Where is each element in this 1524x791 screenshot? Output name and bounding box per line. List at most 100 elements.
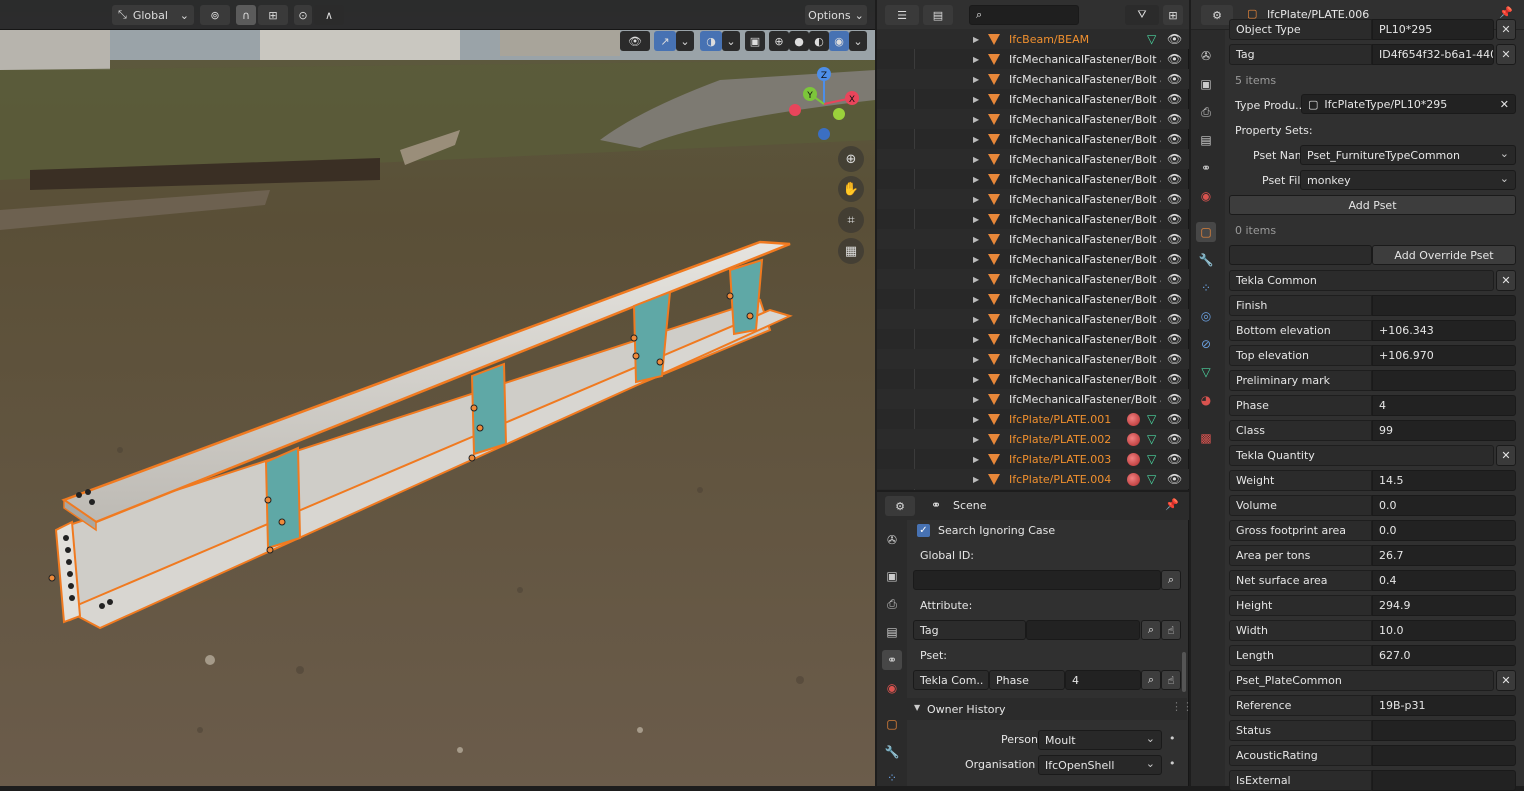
- shading-dropdown[interactable]: ⌄: [849, 31, 867, 51]
- person-dropdown[interactable]: Moult: [1038, 730, 1162, 750]
- property-value-input[interactable]: [1372, 295, 1516, 316]
- eye-icon[interactable]: 👁: [1167, 32, 1182, 46]
- expand-arrow-icon[interactable]: ▶: [973, 75, 979, 84]
- material-icon[interactable]: [1127, 412, 1140, 426]
- expand-arrow-icon[interactable]: ▶: [973, 315, 979, 324]
- eye-icon[interactable]: 👁: [1167, 212, 1182, 226]
- snap-target-dropdown[interactable]: ⊞: [258, 5, 288, 25]
- global-id-search-button[interactable]: ⌕: [1161, 570, 1181, 590]
- gizmo-toggle[interactable]: ↗: [654, 31, 676, 51]
- mesh-data-icon[interactable]: ▽: [1147, 412, 1156, 426]
- expand-arrow-icon[interactable]: ▶: [973, 375, 979, 384]
- expand-arrow-icon[interactable]: ▶: [973, 455, 979, 464]
- editor-type-dropdown[interactable]: ☰: [885, 5, 919, 25]
- property-value-input[interactable]: 26.7: [1372, 545, 1516, 566]
- pset-select-button[interactable]: ☝: [1161, 670, 1181, 690]
- navigation-gizmo[interactable]: Z X Y: [780, 62, 860, 142]
- outliner-item[interactable]: ▶ IfcMechanicalFastener/Bolt assembly 👁: [877, 269, 1189, 289]
- material-icon[interactable]: [1127, 452, 1140, 466]
- outliner-item[interactable]: ▶ IfcMechanicalFastener/Bolt assembly 👁: [877, 189, 1189, 209]
- eye-icon[interactable]: 👁: [1167, 392, 1182, 406]
- property-value-input[interactable]: 294.9: [1372, 595, 1516, 616]
- outliner-item[interactable]: ▶ IfcPlate/PLATE.004 ▽ 👁: [877, 469, 1189, 489]
- eye-icon[interactable]: 👁: [1167, 252, 1182, 266]
- property-value-input[interactable]: 4: [1372, 395, 1516, 416]
- expand-arrow-icon[interactable]: ▶: [973, 435, 979, 444]
- eye-icon[interactable]: 👁: [1167, 372, 1182, 386]
- drag-handle-icon[interactable]: ⋮⋮: [1171, 700, 1193, 713]
- eye-icon[interactable]: 👁: [1167, 232, 1182, 246]
- expand-arrow-icon[interactable]: ▶: [973, 35, 979, 44]
- property-value-input[interactable]: 0.4: [1372, 570, 1516, 591]
- close-icon[interactable]: ✕: [1496, 445, 1516, 466]
- overlays-toggle[interactable]: ◑: [700, 31, 722, 51]
- organisation-dropdown[interactable]: IfcOpenShell: [1038, 755, 1162, 775]
- outliner-item[interactable]: ▶ IfcMechanicalFastener/Bolt assembly 👁: [877, 349, 1189, 369]
- outliner-item[interactable]: ▶ IfcMechanicalFastener/Bolt assembly 👁: [877, 169, 1189, 189]
- property-value-input[interactable]: 14.5: [1372, 470, 1516, 491]
- eye-icon[interactable]: 👁: [1167, 312, 1182, 326]
- expand-arrow-icon[interactable]: ▶: [973, 195, 979, 204]
- eye-icon[interactable]: 👁: [1167, 352, 1182, 366]
- view-layer-icon[interactable]: ▤: [882, 622, 902, 642]
- expand-arrow-icon[interactable]: ▶: [973, 295, 979, 304]
- expand-arrow-icon[interactable]: ▶: [973, 235, 979, 244]
- property-value-input[interactable]: 627.0: [1372, 645, 1516, 666]
- eye-icon[interactable]: 👁: [1167, 152, 1182, 166]
- outliner-item[interactable]: ▶ IfcMechanicalFastener/Bolt assembly 👁: [877, 389, 1189, 409]
- expand-arrow-icon[interactable]: ▶: [973, 475, 979, 484]
- outliner-item[interactable]: ▶ IfcMechanicalFastener/Bolt assembly 👁: [877, 129, 1189, 149]
- filter-dropdown[interactable]: ⛛: [1125, 5, 1159, 25]
- eye-icon[interactable]: 👁: [1167, 432, 1182, 446]
- eye-icon[interactable]: 👁: [1167, 332, 1182, 346]
- expand-arrow-icon[interactable]: ▶: [973, 415, 979, 424]
- scrollbar[interactable]: [1182, 652, 1186, 692]
- rendered-shading-button[interactable]: ◉: [829, 31, 849, 51]
- property-value-input[interactable]: 99: [1372, 420, 1516, 441]
- decorator-dot-icon[interactable]: •: [1169, 757, 1176, 770]
- pset-section-header[interactable]: Tekla Common ✕: [1229, 270, 1516, 291]
- outliner-item[interactable]: ▶ IfcMechanicalFastener/Bolt assembly 👁: [877, 69, 1189, 89]
- snap-toggle[interactable]: ∩: [236, 5, 256, 25]
- pset-search-button[interactable]: ⌕: [1141, 670, 1161, 690]
- overlays-dropdown[interactable]: ⌄: [722, 31, 740, 51]
- property-value-input[interactable]: 0.0: [1372, 520, 1516, 541]
- proportional-edit-toggle[interactable]: ⊙: [294, 5, 312, 25]
- expand-arrow-icon[interactable]: ▶: [973, 255, 979, 264]
- outliner-item[interactable]: ▶ IfcMechanicalFastener/Bolt assembly 👁: [877, 229, 1189, 249]
- object-icon[interactable]: ▢: [882, 714, 902, 734]
- mesh-data-icon[interactable]: ▽: [1147, 452, 1156, 466]
- solid-shading-button[interactable]: ●: [789, 31, 809, 51]
- eye-icon[interactable]: 👁: [1167, 452, 1182, 466]
- decorator-dot-icon[interactable]: •: [1169, 732, 1176, 745]
- material-shading-button[interactable]: ◐: [809, 31, 829, 51]
- eye-icon[interactable]: 👁: [1167, 92, 1182, 106]
- outliner-item[interactable]: ▶ IfcMechanicalFastener/Bolt assembly 👁: [877, 109, 1189, 129]
- mesh-data-icon[interactable]: ▽: [1147, 432, 1156, 446]
- outliner-search-input[interactable]: ⌕: [969, 5, 1079, 25]
- eye-icon[interactable]: 👁: [1167, 272, 1182, 286]
- outliner-item[interactable]: ▶ IfcMechanicalFastener/Bolt assembly 👁: [877, 149, 1189, 169]
- display-mode-dropdown[interactable]: ▤: [923, 5, 953, 25]
- pivot-point-dropdown[interactable]: ⊚: [200, 5, 230, 25]
- expand-arrow-icon[interactable]: ▶: [973, 55, 979, 64]
- gizmo-dropdown[interactable]: ⌄: [676, 31, 694, 51]
- property-value-input[interactable]: 0.0: [1372, 495, 1516, 516]
- eye-icon[interactable]: 👁: [1167, 472, 1182, 486]
- wireframe-shading-button[interactable]: ⊕: [769, 31, 789, 51]
- render-icon[interactable]: ▣: [882, 566, 902, 586]
- property-value-input[interactable]: [1372, 370, 1516, 391]
- property-value-input[interactable]: [1372, 720, 1516, 741]
- transform-orientation-dropdown[interactable]: ⤡ Global ⌄: [112, 5, 194, 25]
- particles-icon[interactable]: ⁘: [882, 768, 902, 788]
- outliner-item[interactable]: ▶ IfcBeam/BEAM ▽ 👁: [877, 29, 1189, 49]
- eye-icon[interactable]: 👁: [1167, 112, 1182, 126]
- outliner-item[interactable]: ▶ IfcMechanicalFastener/Bolt assembly 👁: [877, 209, 1189, 229]
- outliner-item[interactable]: ▶ IfcMechanicalFastener/Bolt assembly 👁: [877, 89, 1189, 109]
- expand-arrow-icon[interactable]: ▶: [973, 395, 979, 404]
- pan-hand-icon[interactable]: ✋: [838, 176, 864, 202]
- outliner-item[interactable]: ▶ IfcPlate/PLATE.003 ▽ 👁: [877, 449, 1189, 469]
- close-icon[interactable]: ✕: [1496, 270, 1516, 291]
- attribute-name-input[interactable]: Tag: [913, 620, 1026, 640]
- eye-icon[interactable]: 👁: [1167, 72, 1182, 86]
